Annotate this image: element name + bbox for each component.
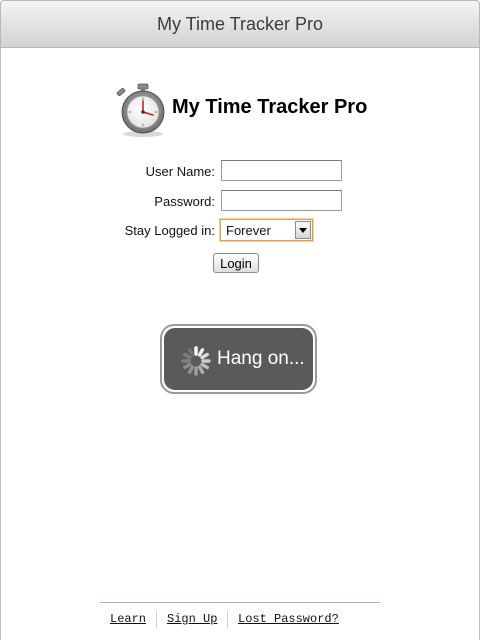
learn-link[interactable]: Learn [110, 612, 146, 626]
footer-separator [227, 611, 228, 628]
sign-up-link[interactable]: Sign Up [167, 612, 217, 626]
loading-panel: Hang on... [164, 328, 313, 390]
stay-logged-in-select[interactable]: Forever [220, 219, 313, 241]
login-button[interactable]: Login [213, 253, 259, 273]
app-name-heading: My Time Tracker Pro [172, 96, 368, 118]
username-input[interactable] [221, 160, 342, 181]
footer-divider [100, 602, 380, 603]
window-title: My Time Tracker Pro [156, 14, 324, 34]
spinner-icon [181, 346, 211, 376]
loading-text: Hang on... [217, 348, 305, 369]
frame-left-border [0, 46, 1, 640]
title-bar: My Time Tracker Pro [0, 0, 480, 48]
stay-logged-in-label: Stay Logged in: [124, 223, 215, 238]
password-label: Password: [154, 194, 215, 209]
password-input[interactable] [221, 190, 342, 211]
lost-password-link[interactable]: Lost Password? [238, 612, 339, 626]
username-label: User Name: [145, 164, 215, 179]
stay-logged-in-value: Forever [226, 223, 271, 238]
dropdown-button[interactable] [295, 221, 311, 239]
stopwatch-icon [116, 83, 165, 137]
footer-separator [156, 611, 157, 628]
chevron-down-icon [299, 228, 307, 233]
loading-overlay: Hang on... [160, 324, 317, 394]
